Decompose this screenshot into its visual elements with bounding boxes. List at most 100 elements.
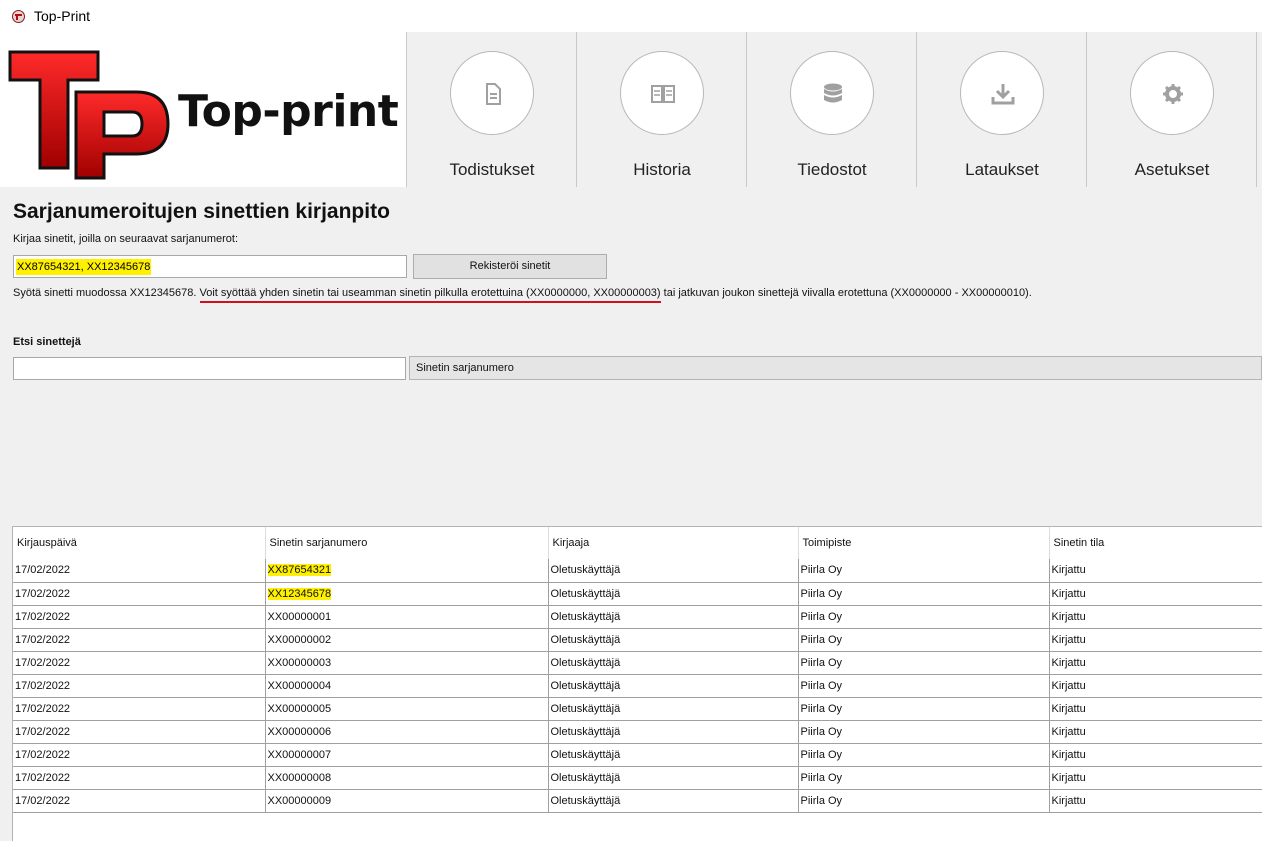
register-label: Kirjaa sinetit, joilla on seuraavat sarj… <box>13 233 239 245</box>
table-cell: Oletuskäyttäjä <box>548 628 799 652</box>
title-bar: Top-Print <box>0 0 1262 32</box>
table-cell: Oletuskäyttäjä <box>548 559 799 583</box>
column-header[interactable]: Kirjauspäivä <box>13 527 266 559</box>
table-cell: 17/02/2022 <box>13 766 266 790</box>
table-cell: Kirjattu <box>1049 605 1262 629</box>
gear-icon <box>1163 84 1183 104</box>
column-header[interactable]: Sinetin sarjanumero <box>265 527 549 559</box>
table-cell: XX00000009 <box>265 789 549 813</box>
table-cell: 17/02/2022 <box>13 582 266 606</box>
table-row[interactable]: 17/02/2022 XX00000004 Oletuskäyttäjä Piirla… <box>13 674 1262 698</box>
search-field-select[interactable]: Sinetin sarjanumero <box>409 356 1262 380</box>
table-cell: Oletuskäyttäjä <box>548 743 799 767</box>
table-row[interactable]: 17/02/2022 XX00000009 Oletuskäyttäjä Piirla… <box>13 789 1262 813</box>
database-icon <box>824 83 842 103</box>
table-cell: Piirla Oy <box>798 789 1050 813</box>
table-cell: Piirla Oy <box>798 674 1050 698</box>
table-cell: Piirla Oy <box>798 559 1050 583</box>
table-row[interactable]: 17/02/2022 XX00000001 Oletuskäyttäjä Piirla… <box>13 605 1262 629</box>
nav-label: Asetukset <box>1134 160 1210 179</box>
column-header[interactable]: Sinetin tila <box>1049 527 1262 559</box>
nav-label: Todistukset <box>449 160 535 179</box>
logo-text: Top-print <box>178 86 399 137</box>
page-title: Sarjanumeroitujen sinettien kirjanpito <box>13 200 390 223</box>
table-row[interactable]: 17/02/2022 XX00000005 Oletuskäyttäjä Piirla… <box>13 697 1262 721</box>
table-cell: Kirjattu <box>1049 697 1262 721</box>
table-cell: 17/02/2022 <box>13 651 266 675</box>
table-cell: Piirla Oy <box>798 605 1050 629</box>
nav-lataukset-button[interactable]: Lataukset <box>916 32 1086 187</box>
table-cell: Oletuskäyttäjä <box>548 651 799 675</box>
table-cell: Kirjattu <box>1049 674 1262 698</box>
register-seals-button[interactable]: Rekisteröi sinetit <box>413 254 607 279</box>
table-row[interactable]: 17/02/2022 XX00000003 Oletuskäyttäjä Piirla… <box>13 651 1262 675</box>
table-cell: Oletuskäyttäjä <box>548 766 799 790</box>
nav-tiedostot-button[interactable]: Tiedostot <box>746 32 916 187</box>
nav-label: Tiedostot <box>797 160 867 179</box>
highlighted-serial: XX87654321 <box>267 564 332 577</box>
table-row[interactable]: 17/02/2022 XX00000006 Oletuskäyttäjä Piirla… <box>13 720 1262 744</box>
table-cell: Piirla Oy <box>798 766 1050 790</box>
table-row[interactable]: 17/02/2022 XX12345678 Oletuskäyttäjä Piirla… <box>13 582 1262 606</box>
table-cell: XX12345678 <box>265 582 549 606</box>
table-cell: Kirjattu <box>1049 789 1262 813</box>
nav-historia-button[interactable]: Historia <box>576 32 746 187</box>
table-cell: XX87654321 <box>265 559 549 583</box>
table-cell: Kirjattu <box>1049 628 1262 652</box>
nav-label: Historia <box>633 160 691 179</box>
nav-label: Lataukset <box>965 160 1039 179</box>
column-header[interactable]: Kirjaaja <box>548 527 799 559</box>
table-cell: Kirjattu <box>1049 651 1262 675</box>
window-title: Top-Print <box>34 8 91 24</box>
table-header: Kirjauspäivä Sinetin sarjanumero Kirjaaj… <box>13 527 1262 559</box>
book-icon <box>651 85 675 103</box>
table-cell: Piirla Oy <box>798 582 1050 606</box>
seals-table: Kirjauspäivä Sinetin sarjanumero Kirjaaj… <box>12 526 1262 841</box>
tp-logo-mark <box>8 50 170 180</box>
table-cell: Oletuskäyttäjä <box>548 582 799 606</box>
document-icon <box>486 83 501 105</box>
table-cell: XX00000007 <box>265 743 549 767</box>
table-row[interactable]: 17/02/2022 XX87654321 Oletuskäyttäjä Piirla… <box>13 559 1262 583</box>
table-cell: 17/02/2022 <box>13 674 266 698</box>
search-input[interactable] <box>13 357 406 380</box>
nav-asetukset-button[interactable]: Asetukset <box>1086 32 1256 187</box>
table-cell: Piirla Oy <box>798 628 1050 652</box>
table-cell: Oletuskäyttäjä <box>548 697 799 721</box>
app-icon <box>12 10 25 23</box>
table-cell: Kirjattu <box>1049 720 1262 744</box>
table-cell: XX00000003 <box>265 651 549 675</box>
search-label: Etsi sinettejä <box>13 336 81 348</box>
logo: Top-print <box>0 32 406 187</box>
column-header[interactable]: Toimipiste <box>798 527 1050 559</box>
table-cell: XX00000008 <box>265 766 549 790</box>
table-row[interactable]: 17/02/2022 XX00000007 Oletuskäyttäjä Piirla… <box>13 743 1262 767</box>
table-cell: Piirla Oy <box>798 697 1050 721</box>
table-cell: Oletuskäyttäjä <box>548 605 799 629</box>
table-cell: XX00000001 <box>265 605 549 629</box>
table-cell: XX00000006 <box>265 720 549 744</box>
table-row[interactable]: 17/02/2022 XX00000002 Oletuskäyttäjä Piirla… <box>13 628 1262 652</box>
table-cell: XX00000005 <box>265 697 549 721</box>
table-cell: Piirla Oy <box>798 743 1050 767</box>
table-cell: 17/02/2022 <box>13 720 266 744</box>
register-serials-input[interactable]: XX87654321, XX12345678 <box>13 255 407 278</box>
table-cell: Kirjattu <box>1049 559 1262 583</box>
table-cell: Piirla Oy <box>798 720 1050 744</box>
table-cell: 17/02/2022 <box>13 628 266 652</box>
table-cell: 17/02/2022 <box>13 789 266 813</box>
table-row[interactable]: 17/02/2022 XX00000008 Oletuskäyttäjä Piirla… <box>13 766 1262 790</box>
table-cell: Oletuskäyttäjä <box>548 720 799 744</box>
table-cell: Oletuskäyttäjä <box>548 674 799 698</box>
table-cell: Kirjattu <box>1049 582 1262 606</box>
table-cell: 17/02/2022 <box>13 743 266 767</box>
table-cell: Piirla Oy <box>798 651 1050 675</box>
table-cell: 17/02/2022 <box>13 605 266 629</box>
table-cell: XX00000002 <box>265 628 549 652</box>
nav-todistukset-button[interactable]: Todistukset <box>406 32 576 187</box>
format-hint: Syötä sinetti muodossa XX12345678. Voit … <box>13 287 1032 303</box>
download-icon <box>991 84 1015 105</box>
table-cell: 17/02/2022 <box>13 697 266 721</box>
table-cell: 17/02/2022 <box>13 559 266 583</box>
table-cell: XX00000004 <box>265 674 549 698</box>
